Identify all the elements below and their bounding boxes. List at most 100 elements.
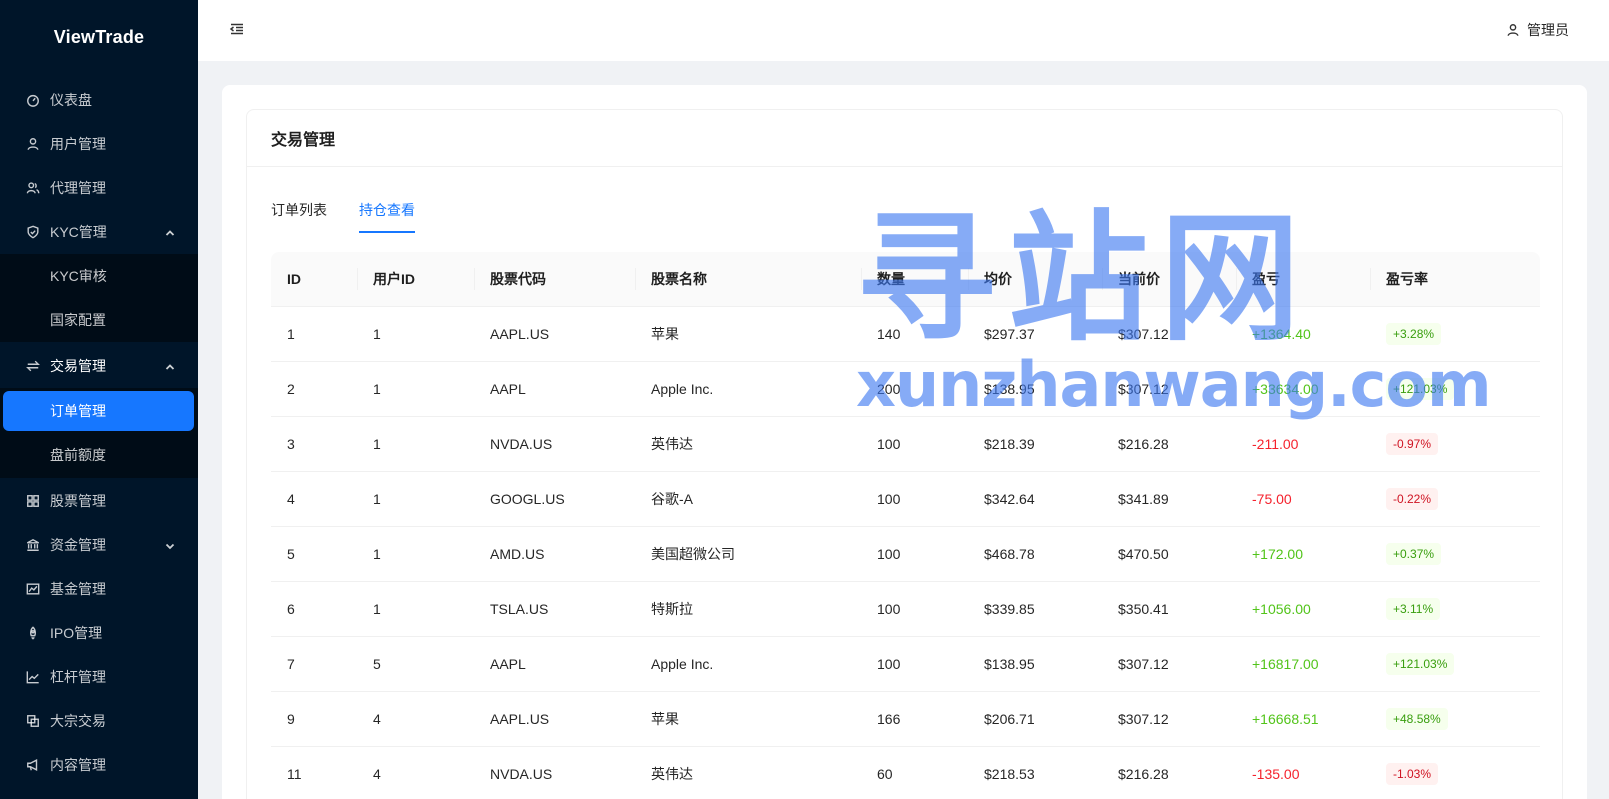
table-cell: 100 [861, 416, 968, 472]
sidebar-item-country-config[interactable]: 国家配置 [0, 298, 198, 342]
sidebar: ViewTrade 仪表盘 用户管理 代理管理 KYC管理 KYC审核 国家配置 [0, 0, 198, 799]
sidebar-item-leverage[interactable]: 杠杆管理 [0, 655, 198, 699]
tab-positions[interactable]: 持仓查看 [359, 200, 415, 233]
table-cell: 1 [357, 416, 474, 472]
cell-value: $307.12 [1118, 655, 1169, 672]
tab-order-list[interactable]: 订单列表 [271, 200, 327, 233]
block-icon [25, 713, 41, 729]
cell-value: $342.64 [984, 490, 1035, 507]
sidebar-item-order-management[interactable]: 订单管理 [3, 391, 194, 431]
cell-value: 1 [373, 600, 381, 617]
table-cell: 11 [271, 746, 357, 799]
column-header: 盈亏 [1236, 252, 1370, 307]
table-cell: +1056.00 [1236, 581, 1370, 637]
table-cell: 1 [357, 526, 474, 582]
sidebar-item-premarket-quota[interactable]: 盘前额度 [0, 433, 198, 477]
chevron-up-icon [164, 226, 176, 238]
table-cell: 100 [861, 526, 968, 582]
menu-fold-icon[interactable] [229, 21, 245, 37]
column-header: 数量 [861, 252, 968, 307]
pnl-rate-badge: -0.22% [1386, 487, 1439, 510]
column-separator [357, 267, 358, 290]
pnl-value: +33634.00 [1252, 380, 1319, 397]
cell-value: 美国超微公司 [651, 545, 735, 562]
sidebar-item-label: 盘前额度 [50, 447, 106, 463]
cell-value: $341.89 [1118, 490, 1169, 507]
table-cell: 1 [357, 471, 474, 527]
sidebar-item-kyc-review[interactable]: KYC审核 [0, 254, 198, 298]
cell-value: 5 [373, 655, 381, 672]
table-body: 1 1 AAPL.US 苹果 140 $297.37 $307.12 +1364.40 +3.2… [271, 306, 1540, 799]
table-cell: $218.39 [968, 416, 1102, 472]
sidebar-item-users[interactable]: 用户管理 [0, 122, 198, 166]
page-title: 交易管理 [247, 110, 1562, 167]
pnl-value: +172.00 [1252, 545, 1303, 562]
column-header-label: 用户ID [373, 270, 415, 287]
shield-icon [25, 224, 41, 240]
column-separator [968, 267, 969, 290]
table-cell: NVDA.US [474, 416, 635, 472]
table-cell: -75.00 [1236, 471, 1370, 527]
table-cell: $470.50 [1102, 526, 1236, 582]
sidebar-item-label: 用户管理 [50, 136, 106, 152]
cell-value: AAPL [490, 655, 526, 672]
pnl-rate-badge: +3.11% [1386, 597, 1441, 620]
cell-value: 1 [373, 490, 381, 507]
table-cell: 140 [861, 306, 968, 362]
table-cell: 5 [271, 526, 357, 582]
cell-value: $350.41 [1118, 600, 1169, 617]
column-separator [474, 267, 475, 290]
cell-value: $468.78 [984, 545, 1035, 562]
table-cell: 100 [861, 636, 968, 692]
cell-value: 谷歌-A [651, 490, 693, 507]
table-cell: $468.78 [968, 526, 1102, 582]
sidebar-item-funds-management[interactable]: 资金管理 [0, 523, 198, 567]
cell-value: $138.95 [984, 380, 1035, 397]
cell-value: 4 [373, 765, 381, 782]
table-cell: 1 [271, 306, 357, 362]
cell-value: 1 [373, 545, 381, 562]
sidebar-item-content[interactable]: 内容管理 [0, 743, 198, 787]
cell-value: 6 [287, 600, 295, 617]
user-menu[interactable]: 管理员 [1506, 20, 1569, 40]
sidebar-item-trading[interactable]: 交易管理 [0, 344, 198, 388]
pnl-value: -211.00 [1252, 435, 1299, 452]
user-icon [1507, 24, 1519, 36]
column-header-label: 当前价 [1118, 270, 1160, 287]
sidebar-item-agents[interactable]: 代理管理 [0, 166, 198, 210]
table-cell: 2 [271, 361, 357, 417]
sidebar-item-ipo[interactable]: IPO管理 [0, 611, 198, 655]
table-cell: $342.64 [968, 471, 1102, 527]
cell-value: AAPL.US [490, 710, 550, 727]
table-cell: AAPL.US [474, 691, 635, 747]
trading-card: 交易管理 订单列表 持仓查看 ID 用户ID 股票代码 股票名称 数量 均价 当前价 盈亏 盈亏… [246, 109, 1563, 799]
table-cell: 3 [271, 416, 357, 472]
user-name: 管理员 [1527, 22, 1569, 38]
column-separator [1370, 267, 1371, 290]
column-header: 股票代码 [474, 252, 635, 307]
cell-value: 4 [287, 490, 295, 507]
cell-value: 9 [287, 710, 295, 727]
pnl-rate-badge: +0.37% [1386, 542, 1442, 565]
sidebar-item-label: 资金管理 [50, 537, 106, 553]
column-header-label: ID [287, 270, 301, 287]
sidebar-item-fund[interactable]: 基金管理 [0, 567, 198, 611]
sidebar-item-kyc[interactable]: KYC管理 [0, 210, 198, 254]
sidebar-item-dashboard[interactable]: 仪表盘 [0, 78, 198, 122]
cell-value: 苹果 [651, 325, 679, 342]
table-cell: $206.71 [968, 691, 1102, 747]
table-cell: 6 [271, 581, 357, 637]
table-cell: $218.53 [968, 746, 1102, 799]
table-cell: +16668.51 [1236, 691, 1370, 747]
cell-value: 140 [877, 325, 901, 342]
sidebar-item-block-trade[interactable]: 大宗交易 [0, 699, 198, 743]
trading-submenu: 订单管理 盘前额度 [0, 388, 198, 478]
table-cell: -0.22% [1370, 471, 1540, 527]
cell-value: 1 [373, 380, 381, 397]
sidebar-item-label: 订单管理 [50, 403, 106, 419]
cell-value: AAPL.US [490, 325, 550, 342]
table-cell: 100 [861, 581, 968, 637]
table-cell: $216.28 [1102, 416, 1236, 472]
sidebar-item-stocks[interactable]: 股票管理 [0, 479, 198, 523]
cell-value: 4 [373, 710, 381, 727]
